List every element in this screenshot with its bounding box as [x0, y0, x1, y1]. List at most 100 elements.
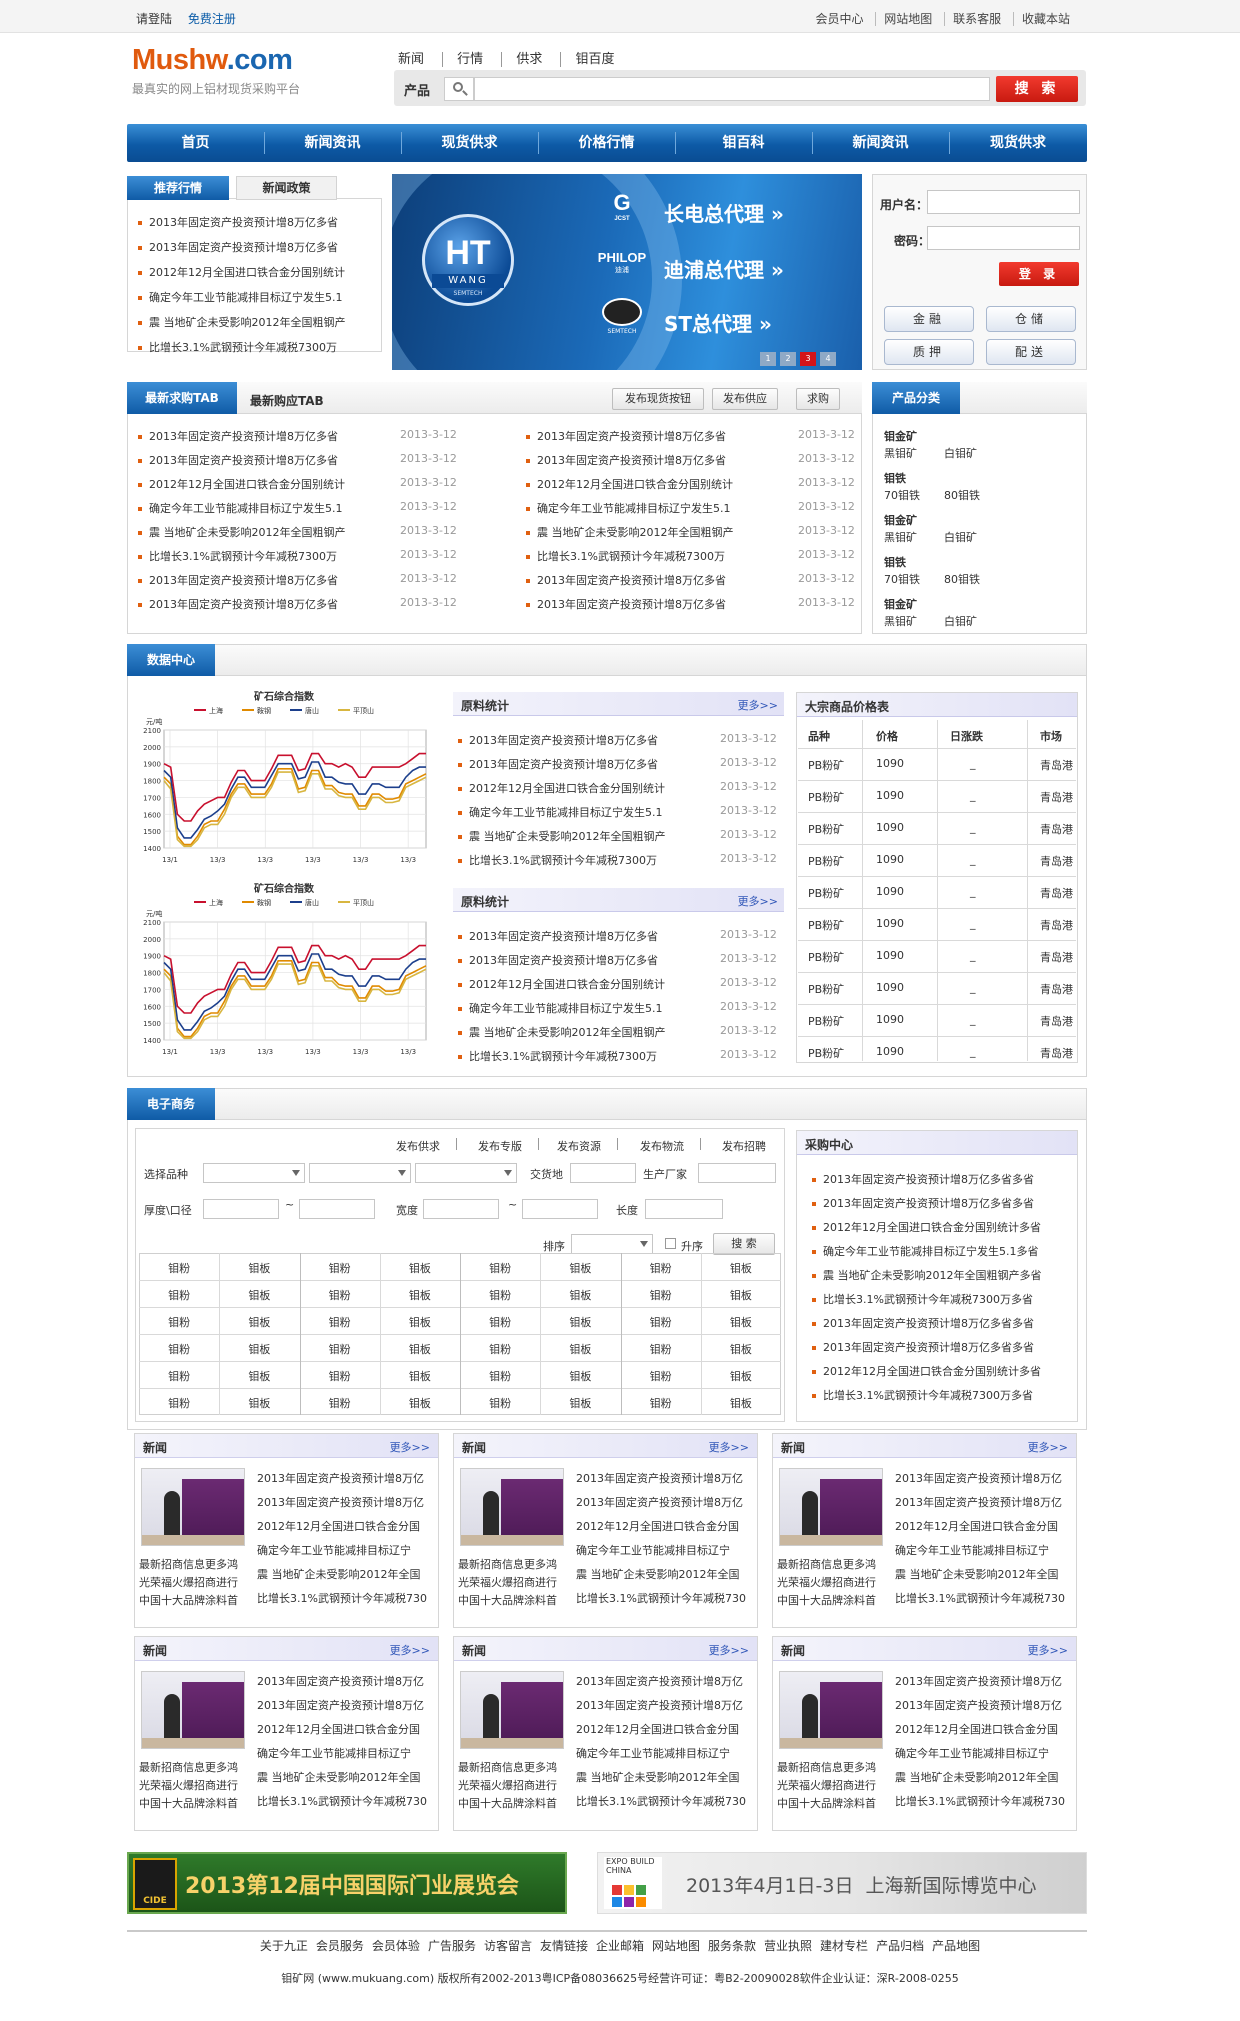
grid-cell[interactable]: 钼粉	[139, 1314, 219, 1330]
agent-1[interactable]: 长电总代理 »	[664, 198, 784, 227]
news-line[interactable]: 2012年12月全国进口铁合金分国	[895, 1518, 1073, 1534]
grid-cell[interactable]: 钼板	[380, 1260, 460, 1276]
variety-select-1[interactable]	[203, 1163, 305, 1183]
site-logo[interactable]: Mushw.com	[132, 44, 293, 77]
category-item[interactable]: 白钼矿	[944, 613, 977, 629]
banner-page-1[interactable]: 1	[760, 352, 776, 366]
list-item[interactable]: 2013年固定资产投资预计增8万亿多省	[458, 732, 658, 748]
nav-prices[interactable]: 价格行情	[538, 124, 675, 162]
news-line[interactable]: 确定今年工业节能减排目标辽宁	[257, 1745, 435, 1761]
username-input[interactable]	[927, 190, 1080, 214]
news-line[interactable]: 2013年固定资产投资预计增8万亿	[576, 1494, 754, 1510]
news-thumbnail[interactable]	[779, 1468, 883, 1546]
publish-spot-button[interactable]: 发布现货按钮	[612, 388, 704, 410]
thickness-min-input[interactable]	[203, 1199, 279, 1219]
commerce-link[interactable]: 发布招聘	[722, 1138, 766, 1154]
login-link[interactable]: 请登陆	[136, 12, 172, 26]
list-item[interactable]: 震 当地矿企未受影响2012年全国粗钢产	[458, 1024, 666, 1040]
grid-cell[interactable]: 钼板	[380, 1395, 460, 1411]
news-caption[interactable]: 最新招商信息更多鸿	[458, 1556, 557, 1572]
list-item[interactable]: 2013年固定资产投资预计增8万亿多省	[138, 239, 338, 255]
delivery-input[interactable]	[570, 1163, 636, 1183]
tab-latest-supply[interactable]: 最新购应TAB	[250, 392, 324, 409]
news-caption[interactable]: 中国十大品牌涂料首	[139, 1592, 238, 1608]
contact-service-link[interactable]: 联系客服	[944, 12, 1010, 26]
news-line[interactable]: 2012年12月全国进口铁合金分国	[576, 1518, 754, 1534]
list-item[interactable]: 2013年固定资产投资预计增8万亿多省	[526, 452, 726, 468]
stats-more-2[interactable]: 更多>>	[738, 893, 778, 909]
grid-cell[interactable]: 钼粉	[460, 1368, 540, 1384]
warehouse-button[interactable]: 仓储	[986, 306, 1076, 332]
commerce-link[interactable]: 发布物流	[640, 1138, 684, 1154]
buy-button[interactable]: 求购	[796, 388, 840, 410]
door-expo-ad[interactable]: CIDE 2013第12届中国国际门业展览会	[127, 1852, 567, 1914]
news-caption[interactable]: 中国十大品牌涂料首	[458, 1592, 557, 1608]
grid-cell[interactable]: 钼粉	[460, 1341, 540, 1357]
category-item[interactable]: 80钼铁	[944, 571, 980, 587]
category-group[interactable]: 钼金矿	[884, 512, 917, 528]
list-item[interactable]: 确定今年工业节能减排目标辽宁发生5.1多省	[812, 1243, 1039, 1259]
footer-link[interactable]: 友情链接	[540, 1939, 588, 1953]
list-item[interactable]: 2013年固定资产投资预计增8万亿多省	[458, 928, 658, 944]
bookmark-link[interactable]: 收藏本站	[1012, 12, 1078, 26]
grid-cell[interactable]: 钼板	[701, 1368, 781, 1384]
member-center-link[interactable]: 会员中心	[807, 12, 871, 26]
search-category[interactable]: 产品	[404, 80, 430, 99]
footer-link[interactable]: 会员体验	[372, 1939, 420, 1953]
list-item[interactable]: 2013年固定资产投资预计增8万亿多省	[526, 572, 726, 588]
news-box-more[interactable]: 更多>>	[390, 1642, 430, 1658]
category-item[interactable]: 黑钼矿	[884, 529, 917, 545]
category-item[interactable]: 黑钼矿	[884, 613, 917, 629]
variety-select-3[interactable]	[415, 1163, 517, 1183]
asc-checkbox[interactable]	[665, 1238, 676, 1249]
footer-link[interactable]: 建材专栏	[820, 1939, 868, 1953]
grid-cell[interactable]: 钼粉	[139, 1260, 219, 1276]
sitemap-link[interactable]: 网站地图	[875, 12, 941, 26]
nav-news-2[interactable]: 新闻资讯	[812, 124, 949, 162]
news-line[interactable]: 比增长3.1%武钢预计今年减税730	[257, 1590, 435, 1606]
news-caption[interactable]: 光荣福火爆招商进行	[139, 1777, 238, 1793]
category-item[interactable]: 70钼铁	[884, 487, 920, 503]
list-item[interactable]: 2013年固定资产投资预计增8万亿多省	[138, 452, 338, 468]
footer-link[interactable]: 产品地图	[932, 1939, 980, 1953]
news-line[interactable]: 震 当地矿企未受影响2012年全国	[895, 1769, 1073, 1785]
grid-cell[interactable]: 钼板	[540, 1341, 620, 1357]
category-item[interactable]: 70钼铁	[884, 571, 920, 587]
banner-page-3[interactable]: 3	[800, 352, 816, 366]
nav-supply[interactable]: 现货供求	[401, 124, 538, 162]
list-item[interactable]: 比增长3.1%武钢预计今年减税7300万	[458, 1048, 657, 1064]
grid-cell[interactable]: 钼板	[701, 1395, 781, 1411]
news-caption[interactable]: 最新招商信息更多鸿	[777, 1759, 876, 1775]
grid-cell[interactable]: 钼板	[540, 1368, 620, 1384]
grid-cell[interactable]: 钼粉	[621, 1341, 701, 1357]
footer-link[interactable]: 会员服务	[316, 1939, 364, 1953]
list-item[interactable]: 2013年固定资产投资预计增8万亿多省	[138, 572, 338, 588]
commerce-link[interactable]: 发布专版	[478, 1138, 522, 1154]
nav-news[interactable]: 新闻资讯	[264, 124, 401, 162]
list-item[interactable]: 2013年固定资产投资预计增8万亿多省多省	[812, 1339, 1034, 1355]
list-item[interactable]: 2012年12月全国进口铁合金分国别统计	[458, 780, 665, 796]
grid-cell[interactable]: 钼板	[219, 1395, 299, 1411]
grid-cell[interactable]: 钼粉	[460, 1395, 540, 1411]
banner-page-2[interactable]: 2	[780, 352, 796, 366]
category-item[interactable]: 80钼铁	[944, 487, 980, 503]
list-item[interactable]: 震 当地矿企未受影响2012年全国粗钢产	[138, 524, 346, 540]
agent-3[interactable]: ST总代理 »	[664, 308, 772, 337]
news-caption[interactable]: 最新招商信息更多鸿	[777, 1556, 876, 1572]
list-item[interactable]: 震 当地矿企未受影响2012年全国粗钢产	[526, 524, 734, 540]
header-nav-baidu[interactable]: 钼百度	[560, 52, 629, 67]
grid-cell[interactable]: 钼粉	[300, 1395, 380, 1411]
list-item[interactable]: 2012年12月全国进口铁合金分国别统计	[138, 476, 345, 492]
news-line[interactable]: 比增长3.1%武钢预计今年减税730	[257, 1793, 435, 1809]
grid-cell[interactable]: 钼粉	[460, 1260, 540, 1276]
news-caption[interactable]: 最新招商信息更多鸿	[139, 1759, 238, 1775]
grid-cell[interactable]: 钼粉	[621, 1287, 701, 1303]
grid-cell[interactable]: 钼板	[701, 1314, 781, 1330]
news-line[interactable]: 比增长3.1%武钢预计今年减税730	[576, 1590, 754, 1606]
category-item[interactable]: 黑钼矿	[884, 445, 917, 461]
commerce-search-button[interactable]: 搜 索	[713, 1233, 775, 1255]
width-max-input[interactable]	[522, 1199, 598, 1219]
publish-supply-button[interactable]: 发布供应	[712, 388, 778, 410]
news-line[interactable]: 震 当地矿企未受影响2012年全国	[257, 1769, 435, 1785]
list-item[interactable]: 比增长3.1%武钢预计今年减税7300万多省	[812, 1387, 1033, 1403]
